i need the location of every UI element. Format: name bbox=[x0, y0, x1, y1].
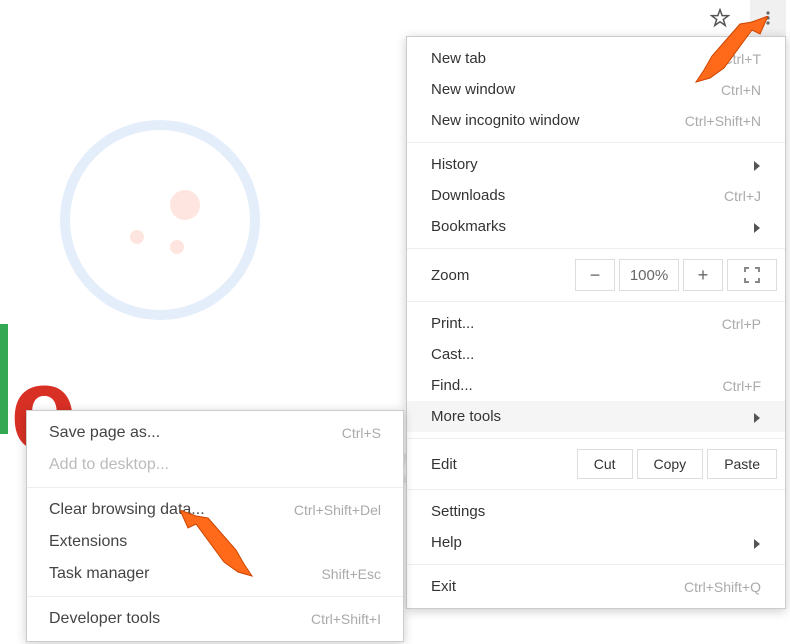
menu-item-label: Find... bbox=[431, 377, 723, 394]
menu-print[interactable]: Print... Ctrl+P bbox=[407, 308, 785, 339]
fullscreen-button[interactable] bbox=[727, 259, 777, 291]
menu-item-label: Task manager bbox=[49, 565, 321, 583]
menu-item-label: Save page as... bbox=[49, 424, 342, 442]
menu-item-label: Add to desktop... bbox=[49, 456, 381, 474]
menu-downloads[interactable]: Downloads Ctrl+J bbox=[407, 180, 785, 211]
menu-exit[interactable]: Exit Ctrl+Shift+Q bbox=[407, 571, 785, 602]
menu-item-label: History bbox=[431, 156, 753, 173]
menu-edit-row: Edit Cut Copy Paste bbox=[407, 445, 785, 483]
chrome-main-menu: New tab Ctrl+T New window Ctrl+N New inc… bbox=[406, 36, 786, 609]
menu-item-label: Settings bbox=[431, 503, 761, 520]
submenu-clear-browsing-data[interactable]: Clear browsing data... Ctrl+Shift+Del bbox=[27, 494, 403, 526]
submenu-add-desktop: Add to desktop... bbox=[27, 449, 403, 481]
chrome-menu-button[interactable] bbox=[750, 0, 786, 36]
watermark-graphic bbox=[60, 120, 430, 320]
shortcut-label: Shift+Esc bbox=[321, 566, 381, 582]
shortcut-label: Ctrl+J bbox=[724, 188, 761, 204]
menu-new-tab[interactable]: New tab Ctrl+T bbox=[407, 43, 785, 74]
menu-item-label: Extensions bbox=[49, 533, 381, 551]
shortcut-label: Ctrl+P bbox=[722, 316, 761, 332]
more-tools-submenu: Save page as... Ctrl+S Add to desktop...… bbox=[26, 410, 404, 642]
menu-item-label: Cast... bbox=[431, 346, 761, 363]
menu-cast[interactable]: Cast... bbox=[407, 339, 785, 370]
menu-find[interactable]: Find... Ctrl+F bbox=[407, 370, 785, 401]
zoom-value: 100% bbox=[619, 259, 679, 291]
copy-button[interactable]: Copy bbox=[637, 449, 704, 479]
menu-help[interactable]: Help bbox=[407, 527, 785, 558]
menu-item-label: Bookmarks bbox=[431, 218, 753, 235]
menu-item-label: Developer tools bbox=[49, 610, 311, 628]
submenu-arrow-icon bbox=[753, 539, 761, 547]
submenu-extensions[interactable]: Extensions bbox=[27, 526, 403, 558]
shortcut-label: Ctrl+Shift+I bbox=[311, 611, 381, 627]
shortcut-label: Ctrl+N bbox=[721, 82, 761, 98]
menu-settings[interactable]: Settings bbox=[407, 496, 785, 527]
menu-item-label: New incognito window bbox=[431, 112, 685, 129]
menu-item-label: More tools bbox=[431, 408, 753, 425]
menu-new-incognito[interactable]: New incognito window Ctrl+Shift+N bbox=[407, 105, 785, 136]
zoom-in-button[interactable]: + bbox=[683, 259, 723, 291]
menu-new-window[interactable]: New window Ctrl+N bbox=[407, 74, 785, 105]
submenu-save-page[interactable]: Save page as... Ctrl+S bbox=[27, 417, 403, 449]
menu-item-label: New tab bbox=[431, 50, 723, 67]
menu-history[interactable]: History bbox=[407, 149, 785, 180]
submenu-arrow-icon bbox=[753, 161, 761, 169]
edit-label: Edit bbox=[431, 456, 573, 473]
menu-bookmarks[interactable]: Bookmarks bbox=[407, 211, 785, 242]
submenu-arrow-icon bbox=[753, 223, 761, 231]
menu-item-label: New window bbox=[431, 81, 721, 98]
browser-toolbar bbox=[710, 0, 790, 36]
shortcut-label: Ctrl+Shift+Del bbox=[294, 502, 381, 518]
zoom-out-button[interactable]: − bbox=[575, 259, 615, 291]
menu-zoom-row: Zoom − 100% + bbox=[407, 255, 785, 295]
submenu-developer-tools[interactable]: Developer tools Ctrl+Shift+I bbox=[27, 603, 403, 635]
background-decoration bbox=[0, 324, 8, 434]
submenu-task-manager[interactable]: Task manager Shift+Esc bbox=[27, 558, 403, 590]
zoom-label: Zoom bbox=[431, 267, 571, 284]
shortcut-label: Ctrl+Shift+N bbox=[685, 113, 761, 129]
shortcut-label: Ctrl+F bbox=[723, 378, 762, 394]
menu-item-label: Clear browsing data... bbox=[49, 501, 294, 519]
shortcut-label: Ctrl+T bbox=[723, 51, 762, 67]
menu-item-label: Downloads bbox=[431, 187, 724, 204]
shortcut-label: Ctrl+Shift+Q bbox=[684, 579, 761, 595]
shortcut-label: Ctrl+S bbox=[342, 425, 381, 441]
cut-button[interactable]: Cut bbox=[577, 449, 633, 479]
menu-item-label: Print... bbox=[431, 315, 722, 332]
bookmark-star-icon[interactable] bbox=[710, 8, 730, 28]
submenu-arrow-icon bbox=[753, 413, 761, 421]
menu-item-label: Exit bbox=[431, 578, 684, 595]
menu-item-label: Help bbox=[431, 534, 753, 551]
paste-button[interactable]: Paste bbox=[707, 449, 777, 479]
menu-more-tools[interactable]: More tools bbox=[407, 401, 785, 432]
